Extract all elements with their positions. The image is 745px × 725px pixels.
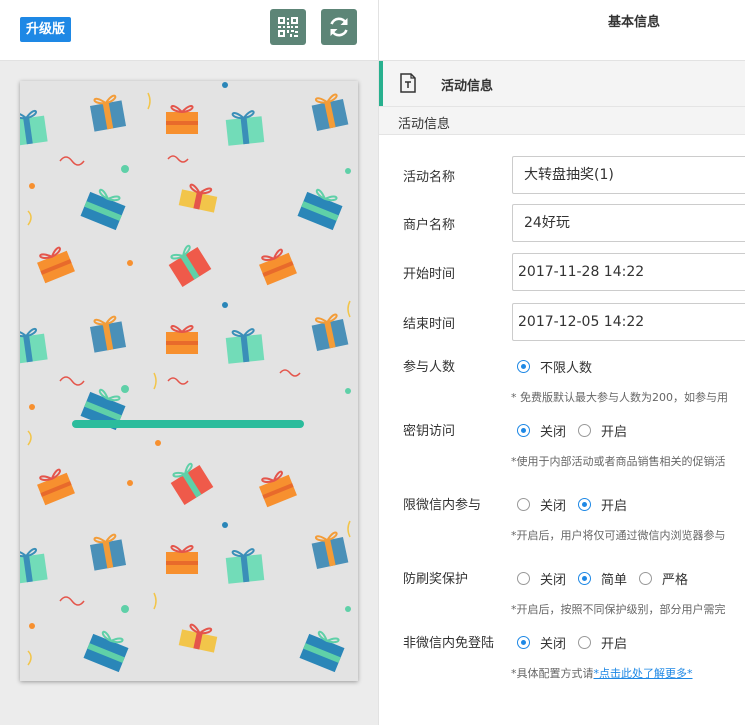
learn-more-link[interactable]: *点击此处了解更多* — [594, 667, 693, 680]
radio-selected-icon — [578, 572, 592, 585]
radio-selected-icon — [517, 636, 530, 649]
subsection-header: 活动信息 — [379, 106, 745, 135]
radio-selected-icon — [517, 360, 530, 373]
participants-unlimited-radio[interactable]: 不限人数 — [517, 357, 592, 376]
preview-toolbar: 升级版 — [0, 0, 378, 61]
wechat-only-note: *开启后，用户将仅可通过微信内浏览器参与 — [511, 529, 726, 542]
qr-code-icon — [278, 17, 298, 37]
note-text: *具体配置方式请 — [511, 667, 594, 680]
anti-fraud-strict-radio[interactable]: 严格 — [639, 569, 688, 588]
merchant-name-input[interactable]: 24好玩 — [512, 204, 745, 242]
radio-unselected-icon — [578, 424, 592, 437]
activity-name-input[interactable]: 大转盘抽奖(1) — [512, 156, 745, 194]
activity-name-label: 活动名称 — [403, 170, 456, 185]
key-access-off-radio[interactable]: 关闭 — [517, 421, 566, 440]
end-time-label: 结束时间 — [403, 317, 456, 332]
wechat-only-label: 限微信内参与 — [403, 498, 482, 513]
participants-radio-group: 不限人数 — [517, 357, 604, 376]
anti-fraud-note: *开启后，按照不同保护级别，部分用户需完 — [511, 603, 726, 616]
anti-fraud-radio-group: 关闭 简单 严格 — [517, 569, 700, 588]
participants-note: * 免费版默认最大参与人数为200，如参与用 — [511, 391, 728, 404]
wechat-only-radio-group: 关闭 开启 — [517, 495, 639, 514]
anti-fraud-simple-radio[interactable]: 简单 — [578, 569, 627, 588]
radio-label: 严格 — [662, 573, 689, 588]
anti-fraud-off-radio[interactable]: 关闭 — [517, 569, 566, 588]
start-time-input[interactable]: 2017-11-28 14:22 — [512, 253, 745, 291]
key-access-label: 密钥访问 — [403, 424, 456, 439]
non-wechat-login-off-radio[interactable]: 关闭 — [517, 633, 566, 652]
settings-panel: 基本信息 活动信息 活动信息 活动名称 大转盘抽奖(1) 商户名称 24好玩 开… — [379, 0, 745, 725]
radio-label: 简单 — [601, 573, 628, 588]
end-time-input[interactable]: 2017-12-05 14:22 — [512, 303, 745, 341]
non-wechat-login-on-radio[interactable]: 开启 — [578, 633, 627, 652]
key-access-radio-group: 关闭 开启 — [517, 421, 639, 440]
participants-label: 参与人数 — [403, 360, 456, 375]
page-title: 基本信息 — [379, 0, 745, 61]
radio-selected-icon — [517, 424, 530, 437]
radio-unselected-icon — [517, 498, 530, 511]
section-title: 活动信息 — [441, 79, 494, 94]
section-header-activity-info[interactable]: 活动信息 — [379, 61, 745, 106]
preview-panel: 升级版 — [0, 0, 378, 725]
refresh-button[interactable] — [321, 9, 357, 45]
key-access-note: *使用于内部活动或者商品销售相关的促销活 — [511, 455, 726, 468]
wechat-only-off-radio[interactable]: 关闭 — [517, 495, 566, 514]
radio-unselected-icon — [639, 572, 653, 585]
radio-label: 关闭 — [540, 573, 567, 588]
radio-label: 开启 — [601, 425, 628, 440]
radio-selected-icon — [578, 498, 592, 511]
key-access-on-radio[interactable]: 开启 — [578, 421, 627, 440]
start-time-label: 开始时间 — [403, 267, 456, 282]
radio-label: 开启 — [601, 499, 628, 514]
radio-label: 关闭 — [540, 637, 567, 652]
gift-pattern-background — [20, 81, 358, 681]
document-icon — [400, 73, 416, 93]
non-wechat-login-radio-group: 关闭 开启 — [517, 633, 639, 652]
radio-unselected-icon — [578, 636, 592, 649]
phone-preview — [20, 81, 358, 681]
radio-label: 不限人数 — [540, 361, 593, 376]
refresh-icon — [330, 17, 348, 37]
subsection-title: 活动信息 — [398, 117, 451, 132]
wechat-only-on-radio[interactable]: 开启 — [578, 495, 627, 514]
upgrade-badge[interactable]: 升级版 — [20, 17, 72, 42]
radio-label: 关闭 — [540, 499, 567, 514]
anti-fraud-label: 防刷奖保护 — [403, 572, 469, 587]
merchant-name-label: 商户名称 — [403, 218, 456, 233]
radio-label: 开启 — [601, 637, 628, 652]
non-wechat-login-note: *具体配置方式请*点击此处了解更多* — [511, 665, 693, 681]
radio-label: 关闭 — [540, 425, 567, 440]
radio-unselected-icon — [517, 572, 530, 585]
qr-code-button[interactable] — [270, 9, 306, 45]
non-wechat-login-label: 非微信内免登陆 — [403, 636, 495, 651]
